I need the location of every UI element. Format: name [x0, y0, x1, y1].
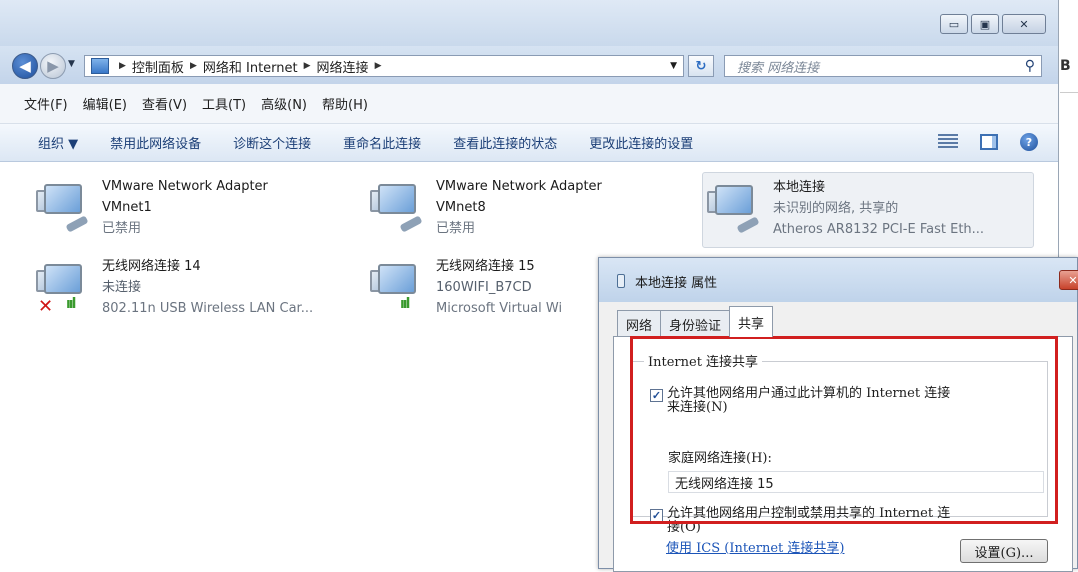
menu-advanced[interactable]: 高级(N)	[261, 94, 307, 113]
menu-help[interactable]: 帮助(H)	[322, 94, 368, 113]
wired-adapter-icon	[707, 177, 763, 237]
network-connection-icon	[617, 274, 625, 288]
connection-device: 802.11n USB Wireless LAN Car...	[102, 301, 314, 316]
wireless-adapter-icon: ııl	[370, 256, 426, 316]
preview-pane-icon[interactable]	[980, 134, 998, 150]
highlight-annotation-box	[630, 336, 1058, 524]
menu-view[interactable]: 查看(V)	[142, 94, 187, 113]
breadcrumb-network-connections[interactable]: 网络连接	[317, 57, 369, 76]
caption-buttons: ▭ ▣ ✕	[940, 14, 1046, 34]
command-bar: 组织 ▼ 禁用此网络设备 诊断这个连接 重命名此连接 查看此连接的状态 更改此连…	[0, 124, 1058, 162]
breadcrumb-separator-icon[interactable]: ▶	[304, 61, 311, 71]
connection-device: Microsoft Virtual Wi	[436, 301, 563, 316]
background-window-text: B	[1060, 58, 1071, 74]
change-settings-button[interactable]: 更改此连接的设置	[589, 133, 693, 152]
background-window-edge	[1060, 92, 1078, 173]
wired-adapter-icon	[370, 176, 426, 236]
list-item-selected[interactable]: 本地连接 未识别的网络, 共享的 Atheros AR8132 PCI-E Fa…	[702, 172, 1034, 248]
recent-pages-dropdown[interactable]: ▼	[68, 59, 75, 69]
address-dropdown-icon[interactable]: ▼	[670, 61, 677, 71]
connection-name: 无线网络连接 14	[102, 259, 201, 274]
organize-button[interactable]: 组织 ▼	[38, 133, 78, 152]
connection-status: 已禁用	[102, 221, 142, 236]
list-item[interactable]: VMware Network Adapter VMnet8 已禁用	[370, 176, 690, 242]
minimize-button[interactable]: ▭	[940, 14, 968, 34]
address-bar[interactable]: ▶ 控制面板 ▶ 网络和 Internet ▶ 网络连接 ▶ ▼	[84, 55, 684, 77]
tab-sharing[interactable]: 共享	[729, 306, 774, 337]
dialog-tabs: 网络 身份验证 共享	[617, 306, 774, 337]
search-input[interactable]: 搜索 网络连接	[737, 57, 819, 76]
connection-name: 本地连接	[773, 180, 826, 195]
menu-edit[interactable]: 编辑(E)	[83, 94, 127, 113]
view-options-icon[interactable]	[938, 134, 958, 150]
help-icon[interactable]: ?	[1020, 133, 1038, 151]
diagnose-button[interactable]: 诊断这个连接	[233, 133, 311, 152]
menu-file[interactable]: 文件(F)	[24, 94, 68, 113]
connection-name: VMware Network Adapter	[102, 179, 268, 194]
ics-help-link[interactable]: 使用 ICS (Internet 连接共享)	[666, 537, 844, 556]
breadcrumb-separator-icon[interactable]: ▶	[375, 61, 382, 71]
navigation-bar: ◀ ▶ ▼ ▶ 控制面板 ▶ 网络和 Internet ▶ 网络连接 ▶ ▼ ↻…	[0, 46, 1058, 84]
breadcrumb-separator-icon[interactable]: ▶	[190, 61, 197, 71]
search-icon[interactable]: ⚲	[1025, 58, 1035, 74]
connection-network: VMnet8	[436, 200, 486, 215]
settings-button[interactable]: 设置(G)...	[960, 539, 1048, 563]
connection-status: 已禁用	[436, 221, 476, 236]
connection-network: VMnet1	[102, 200, 152, 215]
connection-network: 未识别的网络, 共享的	[773, 201, 899, 216]
close-button[interactable]: ✕	[1002, 14, 1046, 34]
dialog-title-bar: 本地连接 属性 ✕	[599, 258, 1078, 302]
maximize-button[interactable]: ▣	[971, 14, 999, 34]
tab-authentication[interactable]: 身份验证	[660, 310, 731, 337]
list-item[interactable]: ııl ✕ 无线网络连接 14 未连接 802.11n USB Wireless …	[36, 256, 366, 322]
list-item[interactable]: ııl 无线网络连接 15 160WIFI_B7CD Microsoft Vir…	[370, 256, 596, 322]
back-button[interactable]: ◀	[12, 53, 38, 79]
tab-network[interactable]: 网络	[617, 310, 662, 337]
dialog-title: 本地连接 属性	[635, 276, 718, 291]
menu-bar: 文件(F) 编辑(E) 查看(V) 工具(T) 高级(N) 帮助(H)	[0, 84, 1058, 124]
search-box[interactable]: 搜索 网络连接 ⚲	[724, 55, 1042, 77]
dialog-close-button[interactable]: ✕	[1059, 270, 1078, 290]
control-panel-icon	[91, 58, 109, 74]
breadcrumb-separator-icon[interactable]: ▶	[119, 61, 126, 71]
view-status-button[interactable]: 查看此连接的状态	[453, 133, 557, 152]
connection-name: VMware Network Adapter	[436, 179, 602, 194]
connection-device: Atheros AR8132 PCI-E Fast Eth...	[773, 222, 985, 237]
title-bar: ▭ ▣ ✕	[0, 0, 1058, 46]
breadcrumb-control-panel[interactable]: 控制面板	[132, 57, 184, 76]
wireless-disconnected-icon: ııl ✕	[36, 256, 92, 317]
forward-button[interactable]: ▶	[40, 53, 66, 79]
menu-tools[interactable]: 工具(T)	[202, 94, 246, 113]
connection-name: 无线网络连接 15	[436, 259, 535, 274]
wired-adapter-icon	[36, 176, 92, 236]
disable-device-button[interactable]: 禁用此网络设备	[110, 133, 201, 152]
breadcrumb-network-internet[interactable]: 网络和 Internet	[203, 57, 298, 76]
refresh-button[interactable]: ↻	[688, 55, 714, 77]
connection-network: 160WIFI_B7CD	[436, 280, 532, 295]
connection-status: 未连接	[102, 280, 142, 295]
list-item[interactable]: VMware Network Adapter VMnet1 已禁用	[36, 176, 356, 242]
rename-button[interactable]: 重命名此连接	[343, 133, 421, 152]
